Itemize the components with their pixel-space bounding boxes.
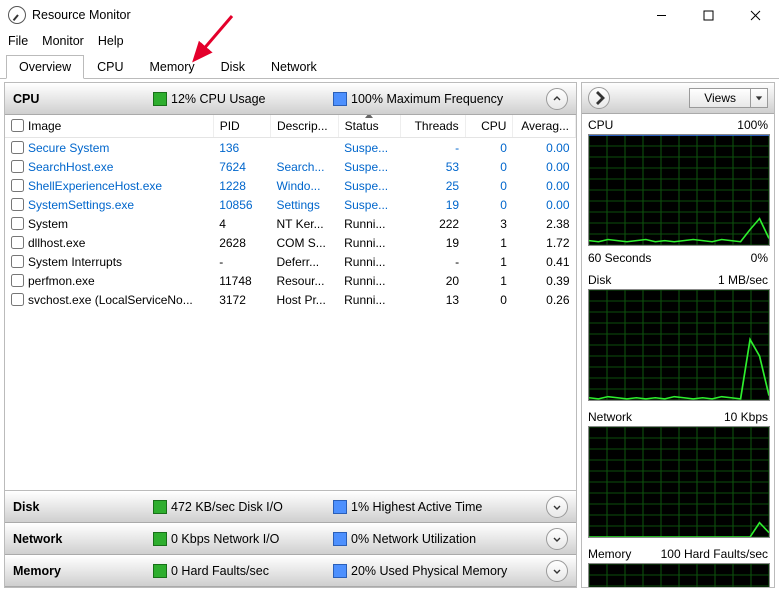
section-header-cpu[interactable]: CPU 12% CPU Usage 100% Maximum Frequency [5,83,576,115]
left-pane: CPU 12% CPU Usage 100% Maximum Frequency… [4,82,577,588]
titlebar: Resource Monitor [0,0,779,30]
row-checkbox[interactable] [11,198,24,211]
tab-overview[interactable]: Overview [6,55,84,79]
collapse-button[interactable] [546,88,568,110]
disk-dot2-icon [333,500,347,514]
right-pane-header: Views [582,83,774,114]
table-row[interactable]: perfmon.exe 11748Resour... Runni...20 10… [5,271,576,290]
col-cpu[interactable]: CPU [465,115,513,138]
process-table[interactable]: Image PID Descrip... Status Threads CPU … [5,115,576,491]
section-header-network[interactable]: Network 0 Kbps Network I/O 0% Network Ut… [5,523,576,555]
tab-disk[interactable]: Disk [208,55,258,79]
graph-network: Network10 Kbps [582,406,774,543]
net-dot-icon [153,532,167,546]
table-row[interactable]: System 4NT Ker... Runni...222 32.38 [5,214,576,233]
expand-button[interactable] [546,496,568,518]
disk-dot-icon [153,500,167,514]
graph-memory: Memory100 Hard Faults/sec [582,543,774,588]
table-row[interactable]: SearchHost.exe 7624Search... Suspe...53 … [5,157,576,176]
row-checkbox[interactable] [11,274,24,287]
mem-dot2-icon [333,564,347,578]
row-checkbox[interactable] [11,217,24,230]
table-row[interactable]: svchost.exe (LocalServiceNo... 3172Host … [5,290,576,309]
row-checkbox[interactable] [11,179,24,192]
tab-network[interactable]: Network [258,55,330,79]
menubar: File Monitor Help [0,30,779,52]
mem-dot-icon [153,564,167,578]
menu-file[interactable]: File [8,34,28,48]
cpu-dot-icon [153,92,167,106]
col-desc[interactable]: Descrip... [270,115,338,138]
section-header-disk[interactable]: Disk 472 KB/sec Disk I/O 1% Highest Acti… [5,491,576,523]
net-dot2-icon [333,532,347,546]
col-avg[interactable]: Averag... [513,115,576,138]
col-status[interactable]: Status [338,115,400,138]
row-checkbox[interactable] [11,293,24,306]
freq-dot-icon [333,92,347,106]
row-checkbox[interactable] [11,141,24,154]
menu-monitor[interactable]: Monitor [42,34,84,48]
table-row[interactable]: Secure System 136 Suspe...- 00.00 [5,138,576,158]
table-row[interactable]: ShellExperienceHost.exe 1228Windo... Sus… [5,176,576,195]
menu-help[interactable]: Help [98,34,124,48]
graph-disk: Disk1 MB/sec [582,269,774,406]
col-image[interactable]: Image [5,115,213,138]
expand-button[interactable] [546,528,568,550]
table-row[interactable]: System Interrupts -Deferr... Runni...- 1… [5,252,576,271]
tabstrip: Overview CPU Memory Disk Network [0,52,779,79]
right-pane[interactable]: Views CPU100% 60 Seconds0% Disk1 MB/sec [581,82,775,588]
views-button[interactable]: Views [689,87,768,109]
row-checkbox[interactable] [11,255,24,268]
expand-button[interactable] [546,560,568,582]
tab-cpu[interactable]: CPU [84,55,136,79]
section-title: CPU [13,92,153,106]
collapse-right-button[interactable] [588,87,610,109]
window-title: Resource Monitor [32,8,131,22]
maximize-button[interactable] [685,0,732,30]
section-header-memory[interactable]: Memory 0 Hard Faults/sec 20% Used Physic… [5,555,576,587]
select-all-checkbox[interactable] [11,119,24,132]
graph-cpu: CPU100% 60 Seconds0% [582,114,774,269]
col-pid[interactable]: PID [213,115,270,138]
app-icon [8,6,26,24]
table-row[interactable]: dllhost.exe 2628COM S... Runni...19 11.7… [5,233,576,252]
col-threads[interactable]: Threads [401,115,466,138]
row-checkbox[interactable] [11,236,24,249]
row-checkbox[interactable] [11,160,24,173]
chevron-down-icon [751,88,768,108]
table-row[interactable]: SystemSettings.exe 10856Settings Suspe..… [5,195,576,214]
close-button[interactable] [732,0,779,30]
minimize-button[interactable] [638,0,685,30]
tab-memory[interactable]: Memory [137,55,208,79]
